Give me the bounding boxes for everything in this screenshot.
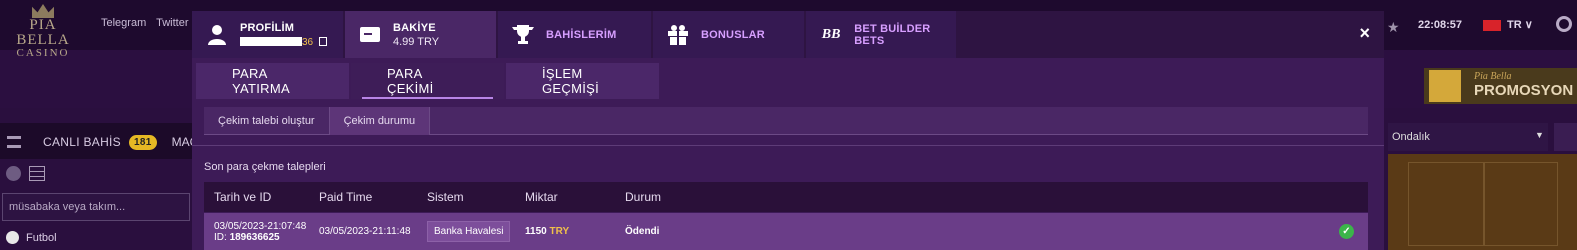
tab-bet-builder-label: BET BUİLDER BETS — [854, 22, 931, 47]
promo-title: PROMOSYON — [1474, 82, 1574, 99]
live-field-widget — [1388, 154, 1577, 250]
tab-balance[interactable]: BAKİYE 4.99 TRY — [345, 11, 496, 58]
sport-label: Futbol — [26, 231, 57, 244]
sports-tabs: CANLI BAHİS 181 MAÇ — [0, 127, 198, 157]
logo-text-2: CASINO — [16, 47, 70, 59]
tab-withdraw-status[interactable]: Çekim durumu — [329, 107, 431, 135]
close-icon[interactable]: × — [1359, 23, 1370, 44]
live-bets-tab[interactable]: CANLI BAHİS 181 — [43, 134, 157, 150]
gift-icon — [667, 24, 689, 46]
promotion-banner[interactable]: Pia Bella PROMOSYON — [1424, 68, 1577, 104]
match-search-input[interactable]: müsabaka veya takım... — [2, 193, 190, 221]
cell-amount: 1150 TRY — [518, 226, 618, 237]
sport-item-football[interactable]: Futbol — [6, 231, 57, 244]
cell-paid-time: 03/05/2023-21:11:48 — [319, 226, 411, 237]
balance-value: 4.99 TRY — [393, 35, 440, 48]
cell-system: Banka Havalesi — [420, 221, 518, 242]
tab-transaction-history[interactable]: İŞLEM GEÇMİŞİ — [506, 63, 659, 99]
check-circle-icon: ✓ — [1339, 224, 1354, 239]
col-system: Sistem — [427, 190, 464, 204]
payment-tabs: PARA YATIRMA PARA ÇEKİMİ İŞLEM GEÇMİŞİ — [196, 63, 661, 99]
tab-balance-label: BAKİYE — [393, 21, 436, 34]
telegram-link[interactable]: Telegram — [101, 17, 146, 29]
modal-tabs: PROFİLİM 36 BAKİYE 4.99 TRY BAHİSLERİM B… — [192, 11, 1384, 58]
withdraw-subtabs: Çekim talebi oluştur Çekim durumu — [204, 107, 1368, 135]
cell-date-id: 03/05/2023-21:07:48 ID: 189636625 — [204, 221, 312, 243]
list-view-icon[interactable] — [29, 166, 45, 181]
username-suffix: 36 — [302, 36, 314, 48]
odds-side-button[interactable] — [1554, 123, 1577, 151]
tab-bet-builder[interactable]: BB BET BUİLDER BETS — [806, 11, 956, 58]
twitter-link[interactable]: Twitter — [156, 17, 188, 29]
language-select[interactable]: TR ∨ — [1507, 18, 1533, 31]
col-paid-time: Paid Time — [319, 190, 373, 204]
trophy-icon — [512, 24, 534, 46]
table-row[interactable]: 03/05/2023-21:07:48 ID: 189636625 03/05/… — [204, 213, 1368, 250]
tab-my-bets-label: BAHİSLERİM — [546, 28, 617, 41]
amount-currency: TRY — [549, 226, 570, 237]
col-amount: Miktar — [525, 190, 558, 204]
copy-icon[interactable] — [319, 37, 328, 47]
wallet-icon — [359, 24, 381, 46]
tab-withdraw[interactable]: PARA ÇEKİMİ — [351, 63, 504, 99]
user-icon — [206, 24, 228, 46]
menu-icon[interactable] — [7, 136, 21, 148]
cell-date: 03/05/2023-21:07:48 — [214, 220, 307, 232]
tabs-filler — [958, 11, 1384, 58]
caret-down-icon: ▼ — [1535, 130, 1544, 140]
site-logo[interactable]: PIA BELLA CASINO — [6, 4, 80, 59]
language-label: TR — [1507, 19, 1522, 31]
clock: 22:08:57 — [1418, 19, 1463, 31]
promo-brand: Pia Bella — [1474, 71, 1512, 82]
turkey-flag-icon — [1483, 20, 1501, 31]
amount-value: 1150 — [525, 226, 547, 237]
section-title: Son para çekme talepleri — [204, 161, 326, 173]
col-status: Durum — [625, 190, 662, 204]
tab-create-withdraw[interactable]: Çekim talebi oluştur — [204, 107, 330, 135]
divider — [192, 145, 1384, 146]
view-icons — [6, 166, 45, 181]
cell-id: 189636625 — [229, 231, 280, 243]
gift-icon — [1429, 70, 1461, 102]
table-header: Tarih ve ID Paid Time Sistem Miktar Duru… — [204, 182, 1368, 212]
id-label: ID: — [214, 231, 227, 243]
bet-builder-icon: BB — [821, 26, 841, 42]
system-pill: Banka Havalesi — [427, 221, 511, 242]
globe-icon[interactable] — [6, 166, 21, 181]
tab-profile[interactable]: PROFİLİM 36 — [192, 11, 343, 58]
tab-bonuses[interactable]: BONUSLAR — [653, 11, 804, 58]
crown-icon — [32, 4, 54, 18]
tab-profile-label: PROFİLİM — [240, 21, 295, 34]
status-text: Ödendi — [625, 226, 660, 237]
gear-icon[interactable] — [1556, 16, 1572, 32]
cell-status: Ödendi — [618, 226, 1368, 237]
logo-text-1: PIA BELLA — [16, 17, 70, 48]
live-count-badge: 181 — [129, 134, 157, 150]
star-icon[interactable]: ★ — [1387, 19, 1400, 36]
tab-my-bets[interactable]: BAHİSLERİM — [498, 11, 651, 58]
masked-username — [240, 37, 302, 47]
field-line — [1483, 162, 1485, 246]
col-date-id: Tarih ve ID — [214, 190, 272, 204]
odds-format-select[interactable]: Ondalık — [1388, 123, 1548, 151]
account-modal: PROFİLİM 36 BAKİYE 4.99 TRY BAHİSLERİM B… — [192, 11, 1384, 250]
social-links: Telegram Twitter — [101, 17, 196, 29]
football-icon — [6, 231, 19, 244]
tab-bonuses-label: BONUSLAR — [701, 28, 765, 41]
tab-deposit[interactable]: PARA YATIRMA — [196, 63, 349, 99]
live-bets-label: CANLI BAHİS — [43, 135, 121, 149]
cell-id-line: ID: 189636625 — [214, 232, 312, 243]
